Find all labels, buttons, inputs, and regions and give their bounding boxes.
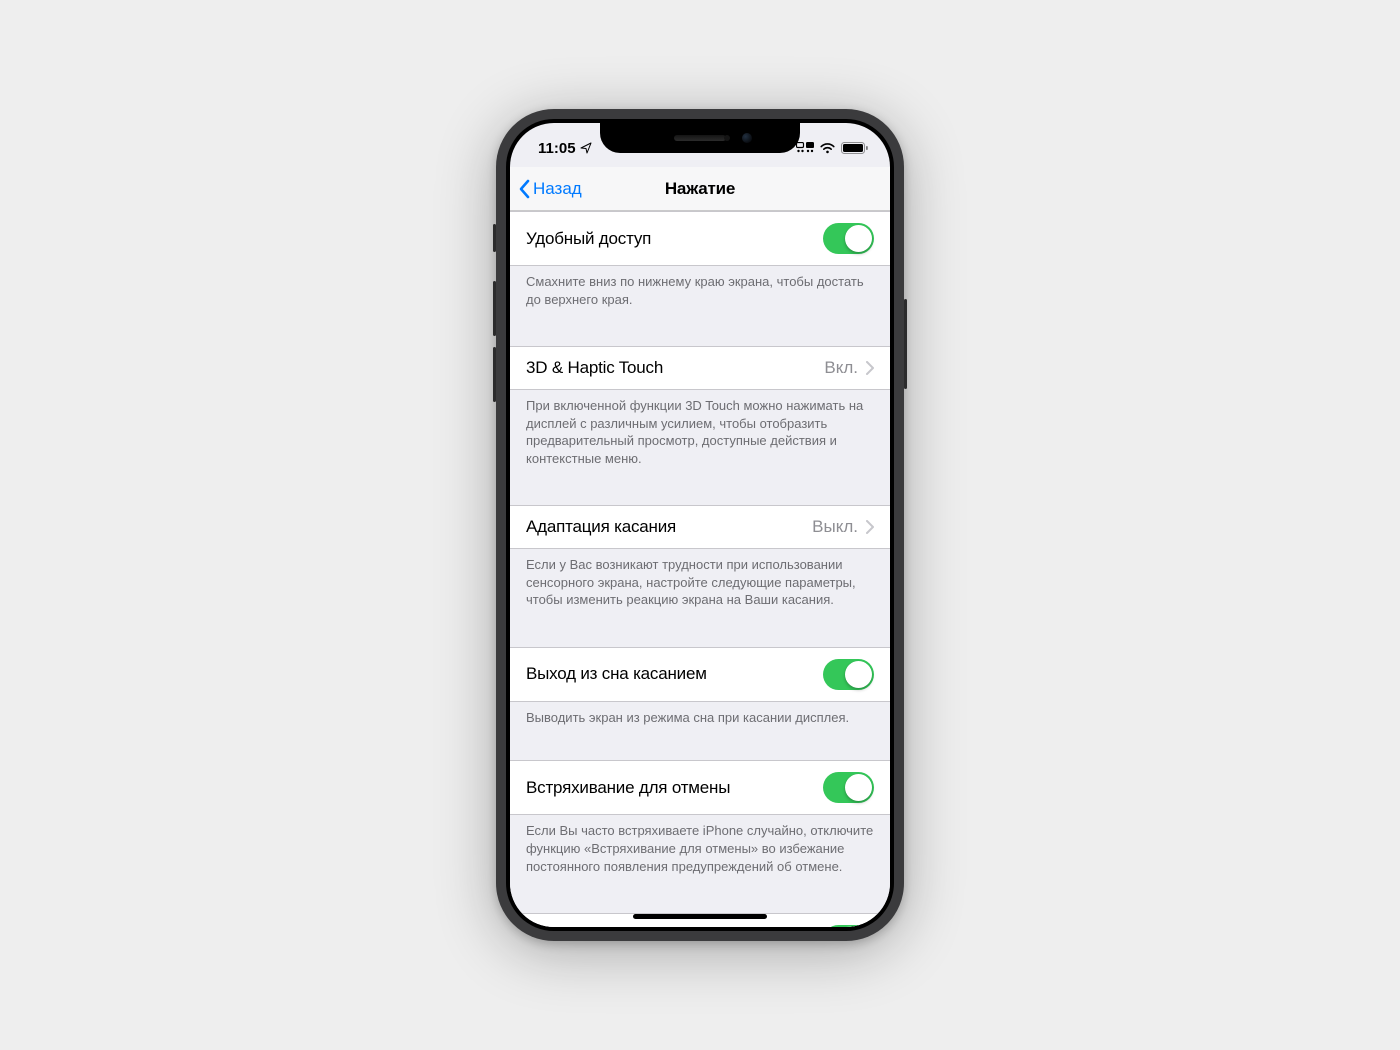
chevron-left-icon [518, 179, 530, 199]
prox-sensor [724, 135, 730, 141]
row-value: Вкл. [824, 358, 858, 378]
switch-shake-to-undo[interactable] [823, 772, 874, 803]
speaker-grill [674, 135, 726, 141]
footer-accommodations: Если у Вас возникают трудности при испол… [510, 549, 890, 627]
screen: 11:05 [510, 123, 890, 927]
footer-shake-to-undo: Если Вы часто встряхиваете iPhone случай… [510, 815, 890, 893]
silent-switch [493, 224, 496, 252]
footer-reachability: Смахните вниз по нижнему краю экрана, чт… [510, 266, 890, 326]
notch [600, 123, 800, 153]
control-center-icon [796, 142, 814, 154]
location-icon [580, 142, 592, 154]
row-label: Адаптация касания [526, 517, 676, 537]
switch-vibration[interactable] [823, 925, 874, 927]
row-label: Встряхивание для отмены [526, 778, 730, 798]
home-indicator[interactable] [633, 914, 767, 919]
volume-up-button [493, 281, 496, 336]
row-touch-accommodations[interactable]: Адаптация касания Выкл. [510, 505, 890, 549]
switch-reachability[interactable] [823, 223, 874, 254]
row-label: 3D & Haptic Touch [526, 358, 663, 378]
battery-icon [841, 142, 868, 154]
row-tap-to-wake[interactable]: Выход из сна касанием [510, 647, 890, 702]
volume-down-button [493, 347, 496, 402]
nav-bar: Назад Нажатие [510, 167, 890, 211]
row-3d-haptic[interactable]: 3D & Haptic Touch Вкл. [510, 346, 890, 390]
row-label: Выход из сна касанием [526, 664, 707, 684]
power-button [904, 299, 907, 389]
row-label: Удобный доступ [526, 229, 651, 249]
wifi-icon [819, 142, 836, 154]
stage: 11:05 [0, 0, 1400, 1050]
footer-3d-haptic: При включенной функции 3D Touch можно на… [510, 390, 890, 485]
back-label: Назад [533, 179, 582, 199]
phone-frame: 11:05 [496, 109, 904, 941]
chevron-right-icon [866, 361, 874, 375]
back-button[interactable]: Назад [518, 167, 582, 211]
chevron-right-icon [866, 520, 874, 534]
row-reachability[interactable]: Удобный доступ [510, 211, 890, 266]
footer-tap-to-wake: Выводить экран из режима сна при касании… [510, 702, 890, 741]
settings-content[interactable]: Удобный доступ Смахните вниз по нижнему … [510, 211, 890, 927]
status-time: 11:05 [538, 140, 576, 157]
row-value: Выкл. [812, 517, 858, 537]
nav-title: Нажатие [665, 179, 735, 199]
row-shake-to-undo[interactable]: Встряхивание для отмены [510, 760, 890, 815]
front-camera [742, 133, 752, 143]
switch-tap-to-wake[interactable] [823, 659, 874, 690]
